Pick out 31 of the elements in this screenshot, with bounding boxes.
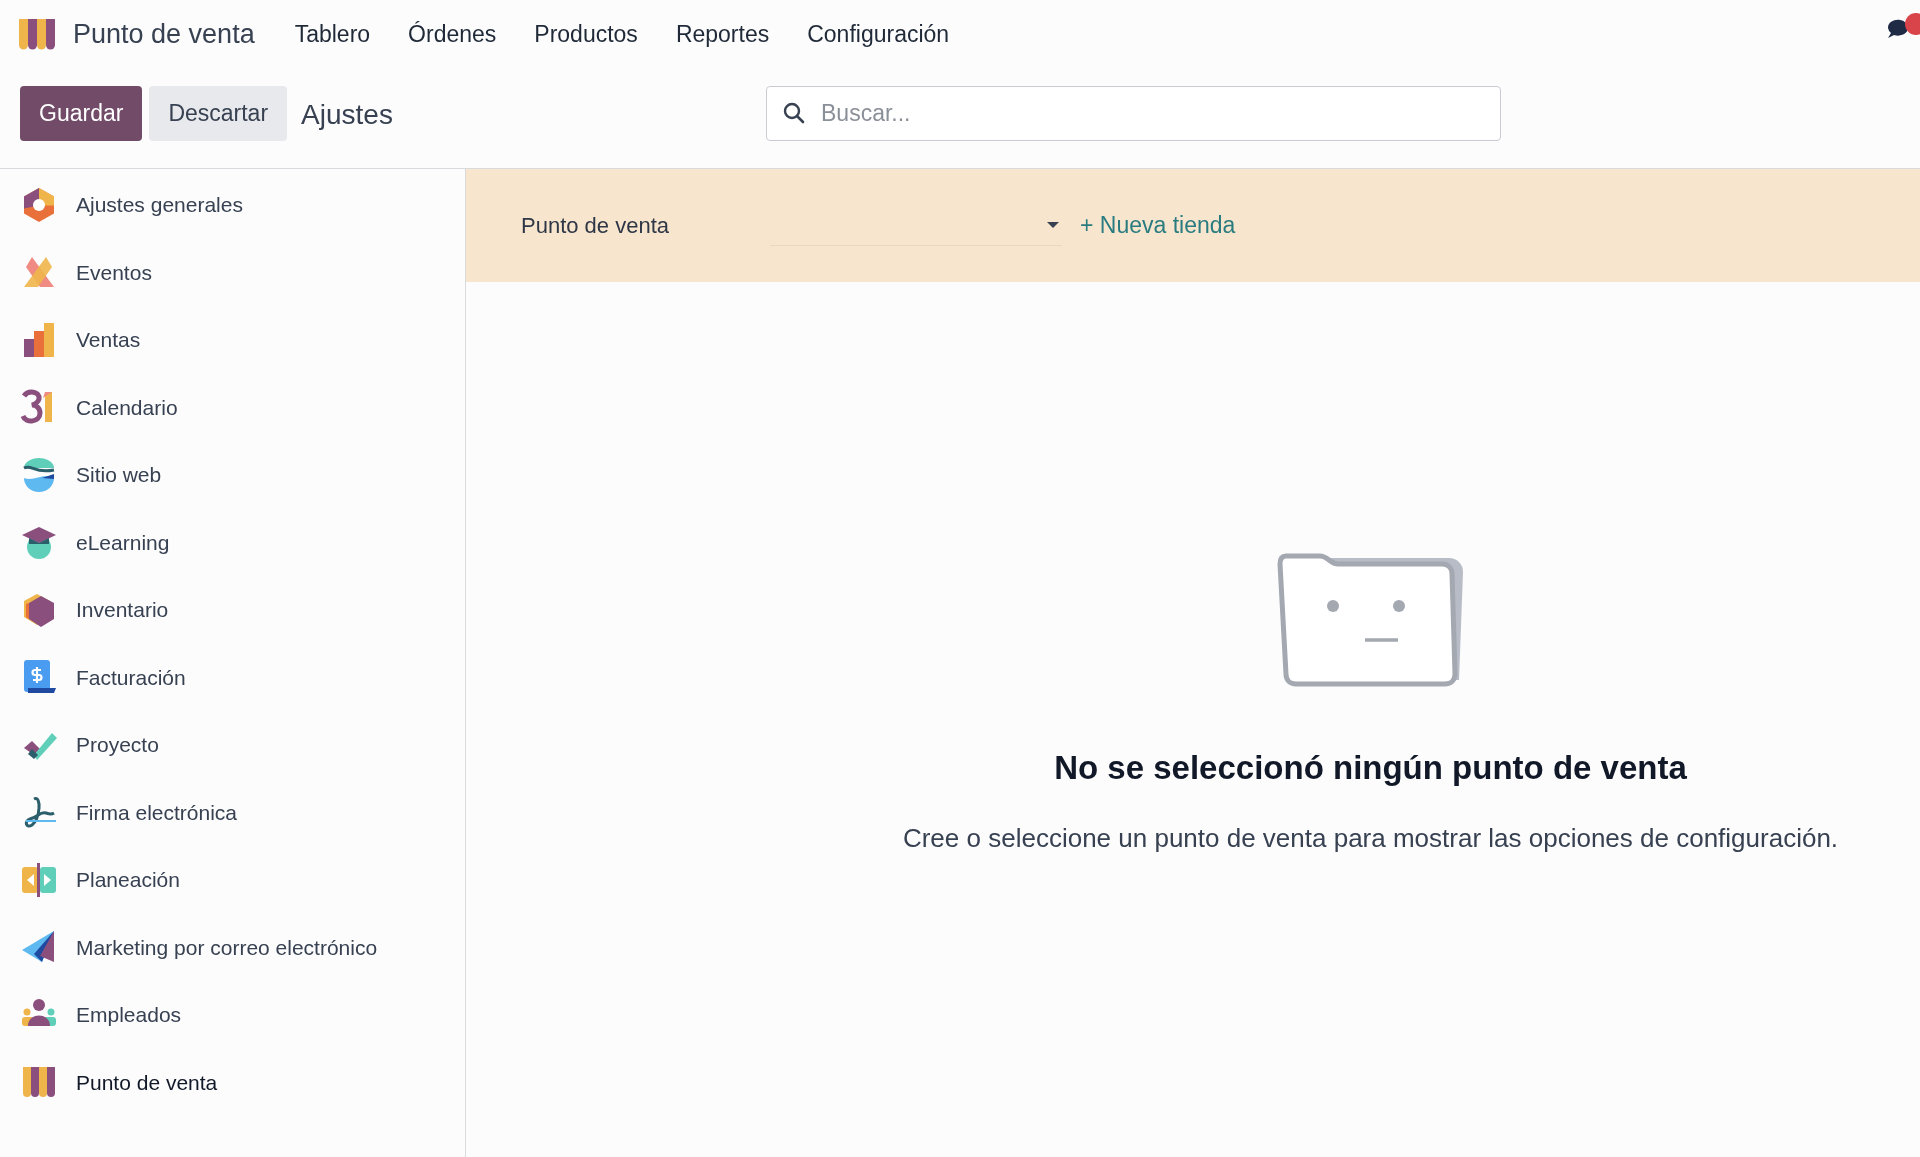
sidebar-item[interactable]: Proyecto (0, 711, 465, 779)
sidebar-item[interactable]: Ventas (0, 306, 465, 374)
menu-item[interactable]: Productos (516, 16, 656, 52)
menu-item[interactable]: Tablero (276, 16, 389, 52)
app-name[interactable]: Punto de venta (73, 13, 255, 55)
breadcrumb-title: Ajustes (301, 98, 393, 132)
field-label: Punto de venta (521, 212, 670, 240)
discard-button[interactable]: Descartar (149, 86, 288, 141)
sidebar-item[interactable]: Eventos (0, 238, 465, 306)
sidebar-item[interactable]: Punto de venta (0, 1048, 465, 1116)
menu-item[interactable]: Reportes (657, 16, 788, 52)
search-icon (782, 101, 806, 125)
empty-state-message: Cree o seleccione un punto de venta para mostrar las opciones de configuración. (902, 821, 1839, 855)
sidebar-item[interactable]: Planeación (0, 846, 465, 914)
search-field[interactable]: Buscar... (766, 86, 1501, 141)
sidebar-item[interactable]: Facturación (0, 643, 465, 711)
sidebar-item[interactable]: Empleados (0, 981, 465, 1049)
sidebar-item[interactable]: Ajustes generales (0, 171, 465, 239)
new-store-link[interactable]: + Nueva tienda (1080, 208, 1236, 243)
sidebar-item[interactable]: Sitio web (0, 441, 465, 509)
sidebar-item[interactable]: Inventario (0, 576, 465, 644)
sidebar-item[interactable]: eLearning (0, 508, 465, 576)
caret-icon (1046, 221, 1060, 229)
sidebar-item[interactable]: Firma electrónica (0, 778, 465, 846)
save-button[interactable]: Guardar (20, 86, 143, 141)
empty-state-title: No se seleccionó ningún punto de venta (1054, 748, 1687, 788)
menu-item[interactable]: Órdenes (390, 16, 515, 52)
split-arrows-icon (20, 860, 58, 899)
sidebar-item[interactable]: Marketing por correo electrónico (0, 913, 465, 981)
menu-item[interactable]: Configuración (789, 16, 968, 52)
sidebar-item[interactable]: Calendario (0, 373, 465, 441)
